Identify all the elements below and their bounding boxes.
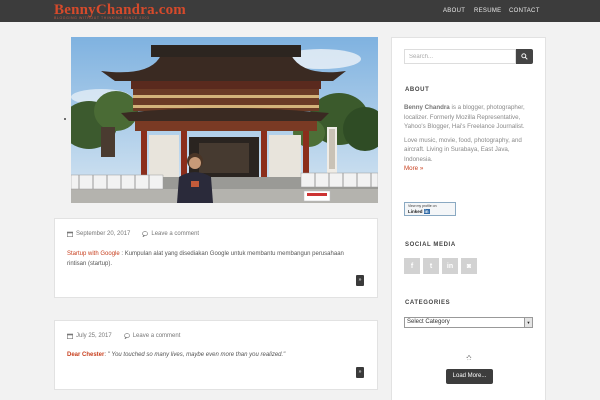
twitter-icon[interactable]: t xyxy=(423,258,439,274)
social-widget-title: SOCIAL MEDIA xyxy=(405,242,456,248)
read-more-button[interactable]: » xyxy=(356,275,364,286)
social-buttons: f t in ◙ xyxy=(404,258,477,274)
about-widget-title: ABOUT xyxy=(405,87,430,93)
post-excerpt: Dear Chester: " You touched so many live… xyxy=(67,350,357,360)
bullet-dot xyxy=(64,118,66,120)
author-name: Benny Chandra xyxy=(404,104,450,111)
comment-icon xyxy=(123,333,130,339)
chevron-down-icon: ▼ xyxy=(524,318,532,327)
post-title-link[interactable]: Startup with Google xyxy=(67,251,120,257)
linkedin-logo-in: in xyxy=(423,209,430,214)
linkedin-profile-badge[interactable]: View my profile on Linked in xyxy=(404,202,456,216)
calendar-icon xyxy=(67,333,73,339)
instagram-icon[interactable]: ◙ xyxy=(461,258,477,274)
category-select-value: Select Category xyxy=(407,319,450,325)
search-input[interactable] xyxy=(404,49,516,64)
linkedin-logo-text: Linked xyxy=(408,209,423,214)
loading-spinner-icon xyxy=(466,355,472,361)
category-select[interactable]: Select Category ▼ xyxy=(404,317,533,328)
top-navigation-bar: BennyChandra.com BLOGGING WITHOUT THINKI… xyxy=(0,0,600,22)
site-tagline: BLOGGING WITHOUT THINKING SINCE 2003 xyxy=(54,16,150,20)
nav-item-about[interactable]: ABOUT xyxy=(443,0,465,22)
nav-item-resume[interactable]: RESUME xyxy=(474,0,501,22)
read-more-button[interactable]: » xyxy=(356,367,364,378)
post-date[interactable]: July 25, 2017 xyxy=(76,333,112,339)
post-card: July 25, 2017 Leave a comment Dear Chest… xyxy=(54,320,378,390)
linkedin-logo: Linked in xyxy=(408,209,452,214)
categories-widget-title: CATEGORIES xyxy=(405,300,451,306)
linkedin-icon[interactable]: in xyxy=(442,258,458,274)
post-card: September 20, 2017 Leave a comment Start… xyxy=(54,218,378,298)
about-more-link[interactable]: More » xyxy=(404,165,423,172)
about-text: Benny Chandra is a blogger, photographer… xyxy=(404,103,537,174)
post-body: " You touched so many lives, maybe even … xyxy=(107,352,286,358)
calendar-icon xyxy=(67,231,73,237)
post-excerpt: Startup with Google : Kumpulan alat yang… xyxy=(67,249,357,269)
nav-item-contact[interactable]: CONTACT xyxy=(509,0,540,22)
post-meta: September 20, 2017 Leave a comment xyxy=(67,231,199,237)
post-date[interactable]: September 20, 2017 xyxy=(76,231,130,237)
hero-photo[interactable] xyxy=(71,37,378,203)
post-title-link[interactable]: Dear Chester xyxy=(67,352,104,358)
temple-gate-illustration xyxy=(71,37,378,203)
leave-comment-link[interactable]: Leave a comment xyxy=(133,333,181,339)
facebook-icon[interactable]: f xyxy=(404,258,420,274)
sidebar: ABOUT Benny Chandra is a blogger, photog… xyxy=(391,37,546,400)
author-interests: Love music, movie, food, photography, an… xyxy=(404,136,522,163)
load-more-button[interactable]: Load More... xyxy=(446,369,493,384)
post-meta: July 25, 2017 Leave a comment xyxy=(67,333,180,339)
search-button[interactable] xyxy=(516,49,533,64)
comment-icon xyxy=(142,231,149,237)
leave-comment-link[interactable]: Leave a comment xyxy=(151,231,199,237)
search-icon xyxy=(521,53,528,60)
